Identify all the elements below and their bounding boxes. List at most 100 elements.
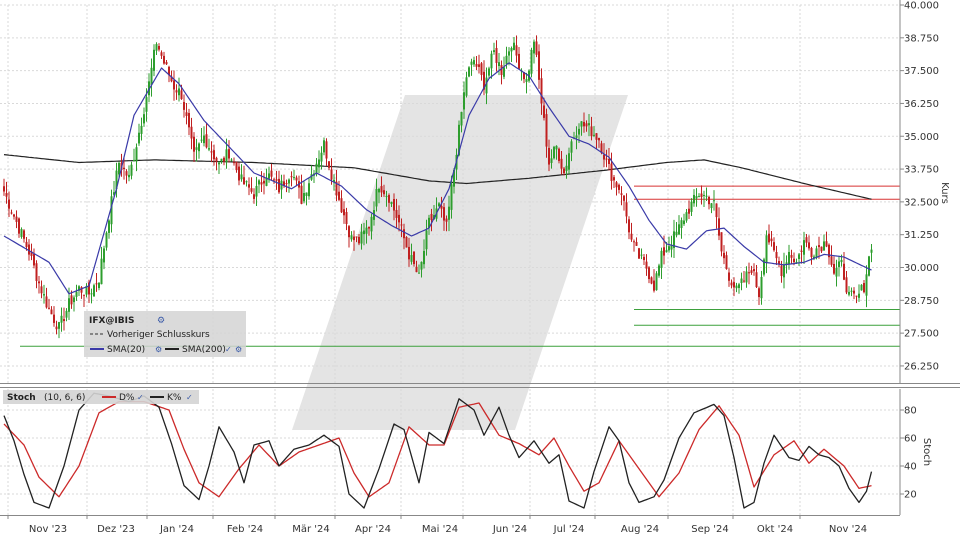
candle-body — [320, 152, 323, 162]
candle-body — [215, 157, 218, 162]
candle-body — [535, 41, 538, 55]
candle-body — [525, 79, 528, 82]
candle-body — [150, 67, 153, 85]
candle-body — [378, 188, 380, 193]
candle-body — [740, 278, 743, 284]
candle-body — [158, 46, 160, 50]
candle-body — [863, 283, 865, 293]
candle-body — [338, 191, 340, 200]
candle-body — [583, 121, 585, 127]
candle-body — [23, 230, 25, 239]
candle-body — [43, 294, 45, 296]
candle-body — [185, 112, 188, 116]
price-tick-label: 27.500 — [904, 329, 939, 340]
candle-body — [838, 261, 840, 268]
candle-body — [233, 162, 235, 164]
candle-body — [3, 186, 5, 192]
candle-body — [108, 220, 110, 233]
candle-body — [445, 218, 448, 222]
candle-body — [303, 193, 305, 202]
candle-body — [365, 227, 368, 234]
candle-body — [210, 151, 213, 153]
candle-body — [848, 291, 850, 295]
candle-body — [125, 171, 128, 176]
candle-body — [128, 174, 130, 178]
candle-body — [95, 283, 98, 285]
candle-body — [218, 162, 220, 165]
candle-body — [635, 241, 638, 246]
candle-body — [580, 121, 583, 127]
candle-body — [18, 218, 20, 234]
candle-body — [243, 177, 245, 185]
candle-body — [58, 322, 60, 329]
candle-body — [605, 158, 608, 160]
candle-body — [553, 146, 555, 159]
candle-body — [540, 78, 543, 104]
candle-body — [203, 135, 205, 144]
candle-body — [755, 272, 758, 288]
candle-body — [510, 48, 513, 52]
candle-body — [708, 196, 710, 205]
candle-body — [380, 186, 383, 193]
candle-body — [288, 179, 290, 184]
candle-body — [798, 254, 800, 259]
candle-body — [660, 250, 663, 268]
candle-body — [718, 218, 720, 236]
candle-body — [823, 241, 825, 251]
candle-body — [405, 237, 408, 248]
candle-body — [228, 149, 230, 159]
candle-body — [513, 42, 515, 51]
candle-body — [375, 188, 378, 207]
candle-body — [608, 158, 610, 165]
legend-sma200-label: SMA(200) — [182, 345, 226, 355]
price-tick-label: 38.750 — [904, 33, 939, 44]
candle-body — [155, 44, 158, 51]
candle-body — [140, 125, 143, 134]
candle-body — [160, 52, 163, 56]
candle-body — [98, 282, 100, 289]
candle-body — [240, 174, 243, 180]
candle-body — [808, 242, 810, 249]
candle-body — [75, 291, 78, 297]
candle-body — [213, 150, 215, 160]
candle-body — [165, 62, 168, 65]
candle-body — [550, 158, 553, 163]
candle-body — [738, 284, 740, 289]
candle-body — [518, 53, 520, 69]
candle-body — [833, 263, 835, 274]
candle-body — [493, 50, 495, 53]
candle-body — [645, 261, 648, 269]
candle-body — [853, 290, 855, 294]
candle-body — [263, 180, 265, 184]
candle-body — [618, 184, 620, 190]
candle-body — [463, 92, 465, 110]
candle-body — [25, 241, 28, 248]
candle-body — [318, 159, 320, 168]
x-tick-label: Mai '24 — [422, 524, 458, 535]
candle-body — [183, 102, 185, 110]
candle-body — [705, 195, 708, 197]
candle-body — [598, 138, 600, 141]
candle-body — [693, 194, 695, 204]
stoch-tick-label: 20 — [904, 490, 917, 501]
price-tick-label: 35.000 — [904, 132, 939, 143]
stoch-k-check-icon: ✓ — [186, 393, 193, 402]
candle-body — [533, 41, 535, 54]
candle-body — [593, 134, 595, 136]
candle-body — [73, 297, 75, 303]
candle-body — [725, 255, 728, 270]
candle-body — [350, 235, 353, 240]
stoch-tick-label: 40 — [904, 462, 917, 473]
candle-body — [850, 290, 853, 292]
candle-body — [575, 135, 578, 138]
stoch-axis-label: Stoch — [921, 438, 932, 466]
candle-body — [845, 277, 848, 293]
candle-body — [308, 183, 310, 197]
candle-body — [290, 176, 293, 178]
candle-body — [750, 270, 753, 273]
candle-body — [250, 188, 253, 192]
candle-body — [255, 185, 258, 197]
candle-body — [133, 159, 135, 162]
price-tick-label: 26.250 — [904, 361, 939, 372]
candle-body — [100, 258, 103, 285]
